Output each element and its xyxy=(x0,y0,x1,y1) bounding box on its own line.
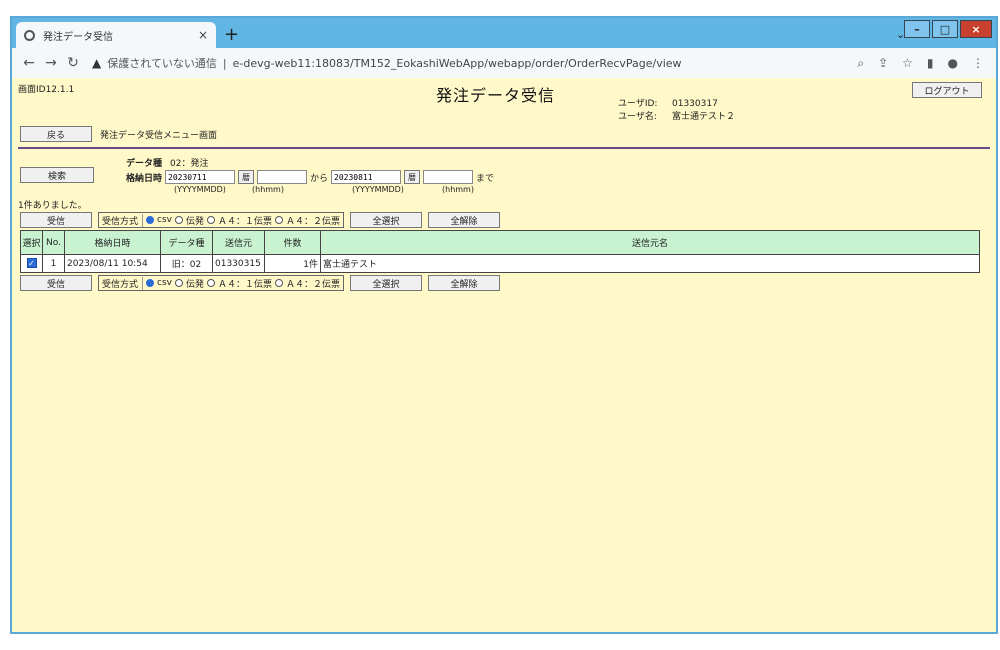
radio-a4-1-bottom[interactable] xyxy=(207,279,215,287)
select-all-button[interactable]: 全選択 xyxy=(350,212,423,228)
browser-window: 発注データ受信 × + ⌄ – □ × ← → ↻ ▲ 保護されていない通信 |… xyxy=(10,16,998,634)
user-info: ユーザID: 01330317 ユーザ名: 富士通テスト２ xyxy=(618,98,735,124)
time-to-format: (hhmm) xyxy=(442,185,474,194)
date-from-field[interactable] xyxy=(165,170,236,184)
result-count: 1件ありました。 xyxy=(18,201,87,211)
col-date: 格納日時 xyxy=(64,230,161,255)
user-id: 01330317 xyxy=(672,99,718,109)
browser-tab[interactable]: 発注データ受信 × xyxy=(16,22,216,48)
col-kind: データ種 xyxy=(160,230,213,255)
tab-close-button[interactable]: × xyxy=(198,28,208,42)
screen-id: 画面ID12.1.1 xyxy=(18,85,75,95)
search-button[interactable]: 検索 xyxy=(20,167,94,183)
reload-icon[interactable]: ↻ xyxy=(62,55,84,71)
calendar-from-button[interactable]: 暦 xyxy=(238,170,255,184)
method-label: 受信方式 xyxy=(102,213,144,227)
page-content: 画面ID12.1.1 発注データ受信 ログアウト ユーザID: 01330317 … xyxy=(12,78,996,632)
col-sender: 送信元 xyxy=(212,230,265,255)
radio-a4-1[interactable] xyxy=(207,216,215,224)
menu-name: 発注データ受信メニュー画面 xyxy=(100,131,218,141)
time-to-field[interactable] xyxy=(423,170,474,184)
radio-denpatsu-bottom[interactable] xyxy=(174,279,183,287)
date-range: 格納日時 暦 から 暦 まで xyxy=(126,170,494,184)
security-label: 保護されていない通信 xyxy=(107,57,217,70)
calendar-to-button[interactable]: 暦 xyxy=(404,170,421,184)
address-bar: ← → ↻ ▲ 保護されていない通信 | e-devg-web11:18083/… xyxy=(12,48,996,78)
radio-a4-2-bottom[interactable] xyxy=(275,279,284,287)
check-icon[interactable]: ✓ xyxy=(26,258,37,268)
maximize-button[interactable]: □ xyxy=(932,20,958,38)
date-from-format: (YYYYMMDD) xyxy=(174,185,226,194)
method-radio-group: 受信方式 csv 伝発 Ａ４：１伝票 Ａ４：２伝票 xyxy=(98,212,345,228)
date-to-field[interactable] xyxy=(331,170,402,184)
back-button[interactable]: 戻る xyxy=(20,126,92,142)
radio-csv[interactable] xyxy=(146,216,155,224)
page-title: 発注データ受信 xyxy=(436,86,556,105)
tab-title: 発注データ受信 xyxy=(43,31,113,43)
new-tab-button[interactable]: + xyxy=(224,24,239,45)
kara-label: から xyxy=(310,173,329,184)
deselect-all-button-bottom[interactable]: 全解除 xyxy=(428,275,501,291)
date-label: 格納日時 xyxy=(126,173,163,184)
data-table: 選択 No. 格納日時 データ種 送信元 件数 送信元名 ✓ 1 2023/08… xyxy=(20,230,980,273)
data-kind-label: データ種 xyxy=(126,159,163,169)
divider xyxy=(18,147,990,149)
title-bar: 発注データ受信 × + ⌄ – □ × xyxy=(12,18,996,48)
logout-button[interactable]: ログアウト xyxy=(912,82,982,98)
data-kind: データ種 02：発注 xyxy=(126,156,208,169)
minimize-button[interactable]: – xyxy=(904,20,930,38)
data-kind-value: 02：発注 xyxy=(170,159,209,169)
profile-icon[interactable]: ● xyxy=(948,56,958,71)
action-bar-bottom: 受信 受信方式 csv 伝発 Ａ４：１伝票 Ａ４：２伝票 全選択 全解除 xyxy=(20,275,501,291)
select-all-button-bottom[interactable]: 全選択 xyxy=(350,275,423,291)
deselect-all-button[interactable]: 全解除 xyxy=(428,212,501,228)
receive-button[interactable]: 受信 xyxy=(20,212,92,228)
warning-icon: ▲ xyxy=(92,56,102,70)
col-select: 選択 xyxy=(20,230,43,255)
method-radio-group-bottom: 受信方式 csv 伝発 Ａ４：１伝票 Ａ４：２伝票 xyxy=(98,275,345,291)
action-bar-top: 受信 受信方式 csv 伝発 Ａ４：１伝票 Ａ４：２伝票 全選択 全解除 xyxy=(20,212,501,228)
table-row: ✓ 1 2023/08/11 10:54 旧：02 01330315 1件 富士… xyxy=(20,254,980,273)
menu-kebab-icon[interactable]: ⋮ xyxy=(972,56,984,71)
date-to-format: (YYYYMMDD) xyxy=(352,185,404,194)
col-no: No. xyxy=(42,230,65,255)
close-button[interactable]: × xyxy=(960,20,992,38)
radio-a4-2[interactable] xyxy=(275,216,284,224)
share-icon[interactable]: ⇪ xyxy=(878,56,888,71)
radio-denpatsu[interactable] xyxy=(174,216,183,224)
row-checkbox[interactable]: ✓ xyxy=(20,254,43,273)
back-arrow-icon[interactable]: ← xyxy=(18,55,40,71)
url-text: e-devg-web11:18083/TM152_EokashiWebApp/w… xyxy=(232,56,682,70)
sidebar-icon[interactable]: ▮ xyxy=(927,56,934,71)
bookmark-star-icon[interactable]: ☆ xyxy=(902,56,913,71)
col-count: 件数 xyxy=(264,230,321,255)
receive-button-bottom[interactable]: 受信 xyxy=(20,275,92,291)
globe-icon xyxy=(24,29,35,41)
user-name: 富士通テスト２ xyxy=(672,112,736,122)
forward-arrow-icon[interactable]: → xyxy=(40,55,62,71)
made-label: まで xyxy=(476,173,495,184)
zoom-icon[interactable]: ⌕ xyxy=(857,56,864,71)
time-from-field[interactable] xyxy=(257,170,308,184)
user-name-label: ユーザ名: xyxy=(618,112,657,122)
col-sender-name: 送信元名 xyxy=(320,230,980,255)
url-field[interactable]: ▲ 保護されていない通信 | e-devg-web11:18083/TM152_… xyxy=(92,55,857,71)
radio-csv-bottom[interactable] xyxy=(146,279,155,287)
user-id-label: ユーザID: xyxy=(618,99,658,109)
time-from-format: (hhmm) xyxy=(252,185,284,194)
